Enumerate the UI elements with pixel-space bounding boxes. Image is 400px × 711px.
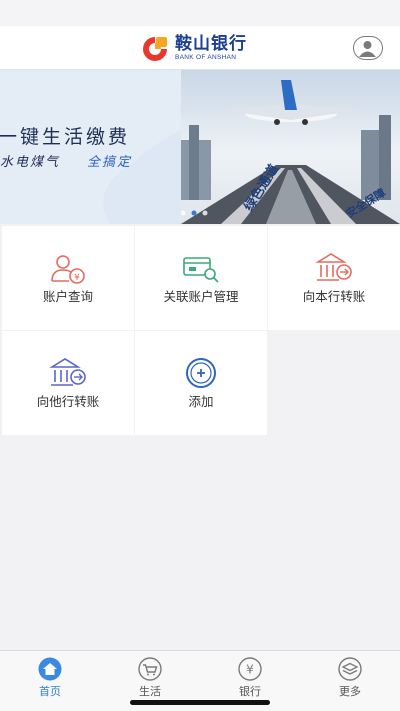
tab-more[interactable]: 更多: [300, 655, 400, 698]
service-tile-account-query[interactable]: ¥ 账户查询: [2, 226, 134, 330]
bank-name-cn: 鞍山银行: [175, 34, 247, 55]
app-header: 鞍山银行 BANK OF ANSHAN: [0, 26, 400, 70]
service-label: 添加: [188, 394, 214, 409]
service-label: 向本行转账: [302, 289, 366, 304]
tab-label: 银行: [239, 685, 261, 698]
home-indicator: [130, 700, 270, 705]
bank-logo: 鞍山银行 BANK OF ANSHAN: [139, 35, 247, 63]
tab-life[interactable]: 生活: [100, 655, 200, 698]
cart-icon: [138, 657, 162, 681]
add-icon: [186, 358, 216, 388]
service-tile-other-bank-transfer[interactable]: 向他行转账: [2, 331, 134, 435]
tab-label: 生活: [139, 685, 161, 698]
banner-subtitle-left: 水电煤气: [0, 155, 61, 170]
service-tile-linked-account[interactable]: 关联账户管理: [135, 226, 267, 330]
airplane-runway-image: 绿色通道 安全保障: [181, 70, 400, 224]
promo-banner[interactable]: 一键生活缴费 水电煤气 全搞定 绿色通道 安全保障: [0, 70, 400, 224]
service-tile-add[interactable]: 添加: [135, 331, 267, 435]
user-silhouette: [359, 41, 376, 57]
banner-subtitle-right: 全搞定: [87, 155, 133, 170]
service-tile-bank-transfer[interactable]: 向本行转账: [268, 226, 400, 330]
banner-text-panel: 一键生活缴费 水电煤气 全搞定: [0, 70, 181, 224]
status-bar: [0, 0, 400, 26]
service-label: 向他行转账: [36, 394, 100, 409]
account-query-icon: ¥: [51, 255, 85, 284]
tab-bank[interactable]: ¥ 银行: [200, 655, 300, 698]
user-icon[interactable]: [353, 36, 383, 60]
yuan-icon: ¥: [238, 657, 262, 681]
bank-transfer-icon: [315, 253, 352, 281]
home-icon: [38, 657, 62, 681]
tab-label: 首页: [39, 685, 61, 698]
tab-home[interactable]: 首页: [0, 655, 100, 698]
bank-logo-icon: [143, 37, 167, 61]
bank-name-en: BANK OF ANSHAN: [175, 54, 237, 62]
service-label: 账户查询: [42, 289, 93, 304]
tab-label: 更多: [339, 685, 361, 698]
service-label: 关联账户管理: [163, 289, 239, 304]
other-bank-transfer-icon: [49, 358, 86, 386]
linked-account-icon: [183, 257, 219, 283]
layers-icon: [338, 657, 362, 681]
banner-title: 一键生活缴费: [0, 126, 131, 148]
svg-text:¥: ¥: [246, 663, 254, 677]
svg-text:¥: ¥: [74, 273, 80, 283]
